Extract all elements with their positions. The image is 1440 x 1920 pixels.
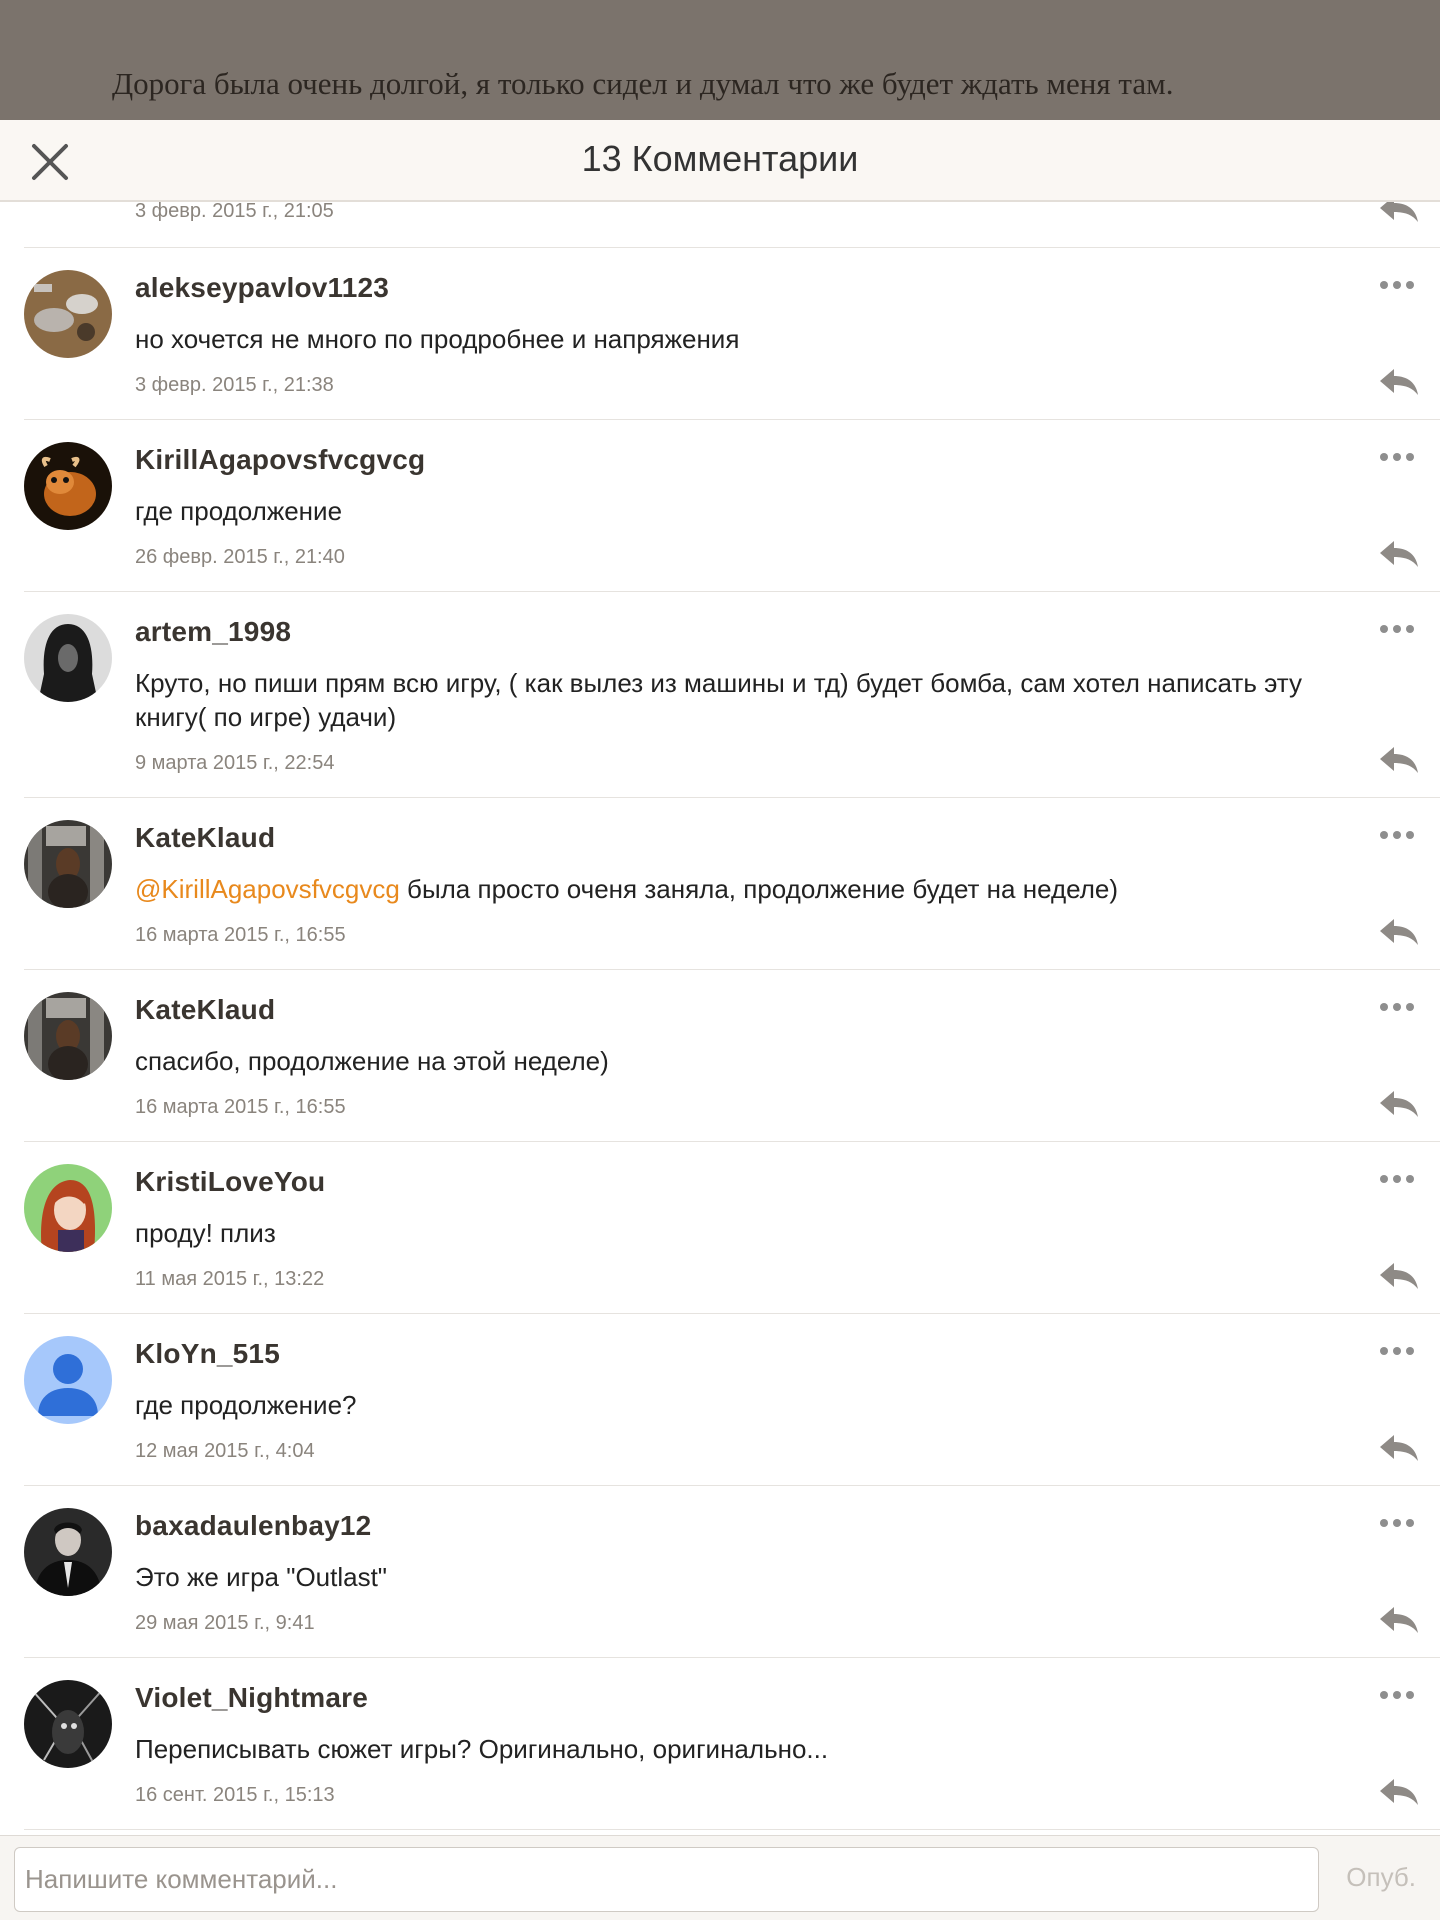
more-options-icon[interactable] [1380,826,1420,839]
more-options-icon[interactable] [1380,448,1420,461]
comment-time: 9 марта 2015 г., 22:54 [135,752,335,774]
comment-username[interactable]: alekseypavlov1123 [135,272,389,304]
comment-item: baxadaulenbay12 Это же игра "Outlast" 29… [24,1486,1440,1658]
more-options-icon[interactable] [1380,1514,1420,1527]
comment-username[interactable]: KristiLoveYou [135,1166,325,1198]
hooded-figure-avatar[interactable] [24,614,112,702]
comment-username[interactable]: KateKlaud [135,822,275,854]
comment-username[interactable]: Violet_Nightmare [135,1682,368,1714]
comment-time: 16 марта 2015 г., 16:55 [135,924,346,946]
comment-time: 26 февр. 2015 г., 21:40 [135,546,345,568]
reply-icon[interactable] [1378,745,1420,775]
comment-time: 12 мая 2015 г., 4:04 [135,1440,315,1462]
comment-time: 3 февр. 2015 г., 21:05 [135,202,334,222]
reply-icon[interactable] [1378,1089,1420,1119]
default-person-avatar[interactable] [24,1336,112,1424]
reply-icon[interactable] [1378,1605,1420,1635]
reply-icon[interactable] [1378,539,1420,569]
more-options-icon[interactable] [1380,1170,1420,1183]
more-options-icon[interactable] [1380,1686,1420,1699]
comment-partial: 3 февр. 2015 г., 21:05 [24,202,1440,248]
more-options-icon[interactable] [1380,620,1420,633]
comment-text: @KirillAgapovsfvcgvcg была просто оченя … [135,872,1335,906]
man-in-suit-avatar[interactable] [24,1508,112,1596]
user-mention[interactable]: @KirillAgapovsfvcgvcg [135,874,400,904]
publish-button[interactable]: Опуб. [1346,1862,1416,1893]
comment-item: KirillAgapovsfvcgvcg где продолжение 26 … [24,420,1440,592]
comment-username[interactable]: baxadaulenbay12 [135,1510,371,1542]
comment-input[interactable] [14,1847,1319,1912]
comment-item: KloYn_515 где продолжение? 12 мая 2015 г… [24,1314,1440,1486]
comments-list[interactable]: 3 февр. 2015 г., 21:05 alekseypavlov1123… [0,202,1440,1835]
comment-username[interactable]: KirillAgapovsfvcgvcg [135,444,425,476]
reply-icon[interactable] [1378,367,1420,397]
comment-username[interactable]: artem_1998 [135,616,291,648]
comments-title: 13 Комментарии [581,138,859,179]
comment-username[interactable]: KloYn_515 [135,1338,280,1370]
comment-text: но хочется не много по продробнее и напр… [135,324,740,354]
cat-photo-avatar[interactable] [24,270,112,358]
comment-item: KateKlaud спасибо, продолжение на этой н… [24,970,1440,1142]
reply-icon[interactable] [1378,917,1420,947]
comment-text: где продолжение [135,496,343,526]
reply-icon[interactable] [1378,202,1420,224]
comment-time: 16 марта 2015 г., 16:55 [135,1096,346,1118]
comment-time: 11 мая 2015 г., 13:22 [135,1268,325,1290]
more-options-icon[interactable] [1380,276,1420,289]
comment-text: Круто, но пиши прям всю игру, ( как выле… [135,668,1303,732]
comment-time: 16 сент. 2015 г., 15:13 [135,1784,335,1806]
comments-header: 13 Комментарии [0,120,1440,202]
comment-text: где продолжение? [135,1390,357,1420]
comment-text: Переписывать сюжет игры? Оригинально, ор… [135,1734,829,1764]
girl-city-avatar[interactable] [24,992,112,1080]
comment-item: alekseypavlov1123 но хочется не много по… [24,248,1440,420]
comment-text-body: была просто оченя заняла, продолжение бу… [399,874,1119,904]
cartoon-creature-avatar[interactable] [24,442,112,530]
reply-icon[interactable] [1378,1261,1420,1291]
more-options-icon[interactable] [1380,998,1420,1011]
comment-item: Violet_Nightmare Переписывать сюжет игры… [24,1658,1440,1830]
comment-item: KristiLoveYou проду! плиз 11 мая 2015 г.… [24,1142,1440,1314]
story-text: Дорога была очень долгой, я только сидел… [112,66,1174,101]
story-background: Дорога была очень долгой, я только сидел… [0,0,1440,120]
more-options-icon[interactable] [1380,1342,1420,1355]
reply-icon[interactable] [1378,1777,1420,1807]
anime-girl-avatar[interactable] [24,1164,112,1252]
comment-text: спасибо, продолжение на этой неделе) [135,1046,609,1076]
comment-input-bar: Опуб. [0,1835,1440,1920]
comment-time: 3 февр. 2015 г., 21:38 [135,374,334,396]
reply-icon[interactable] [1378,1433,1420,1463]
comment-text: проду! плиз [135,1218,276,1248]
comment-time: 29 мая 2015 г., 9:41 [135,1612,315,1634]
girl-city-avatar[interactable] [24,820,112,908]
comment-item: artem_1998 Круто, но пиши прям всю игру,… [24,592,1440,798]
dark-art-avatar[interactable] [24,1680,112,1768]
comment-text: Это же игра "Outlast" [135,1562,388,1592]
comment-item: KateKlaud @KirillAgapovsfvcgvcg была про… [24,798,1440,970]
comment-username[interactable]: KateKlaud [135,994,275,1026]
